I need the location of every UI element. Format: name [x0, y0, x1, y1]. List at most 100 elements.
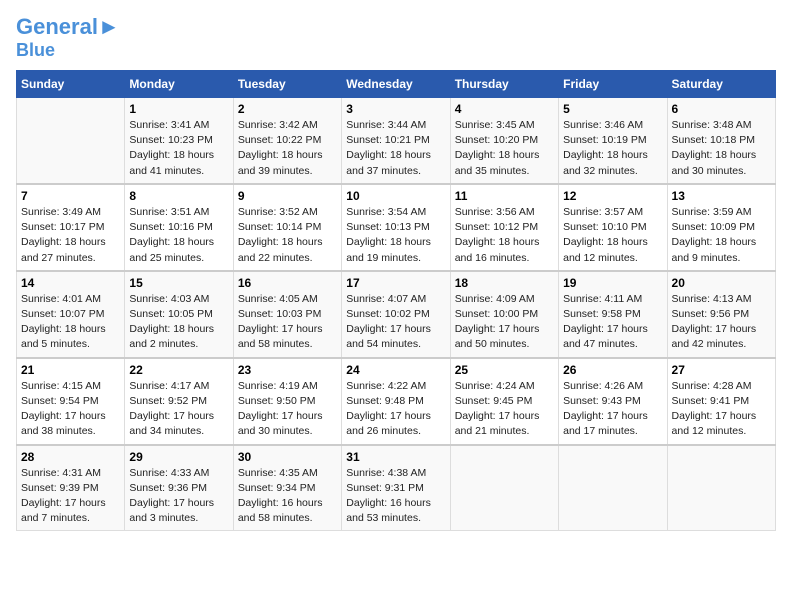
- day-number: 24: [346, 363, 445, 377]
- calendar-cell: 2Sunrise: 3:42 AM Sunset: 10:22 PM Dayli…: [233, 98, 341, 184]
- calendar-cell: 7Sunrise: 3:49 AM Sunset: 10:17 PM Dayli…: [17, 184, 125, 271]
- day-number: 26: [563, 363, 662, 377]
- day-number: 6: [672, 102, 771, 116]
- day-info: Sunrise: 3:44 AM Sunset: 10:21 PM Daylig…: [346, 118, 445, 179]
- day-info: Sunrise: 4:22 AM Sunset: 9:48 PM Dayligh…: [346, 379, 445, 440]
- calendar-cell: 15 Sunrise: 4:03 AM Sunset: 10:05 PM Dayl…: [125, 271, 233, 358]
- day-number: 4: [455, 102, 554, 116]
- day-number: 9: [238, 189, 337, 203]
- calendar-header-row: SundayMondayTuesdayWednesdayThursdayFrid…: [17, 71, 776, 98]
- day-number: 21: [21, 363, 120, 377]
- calendar-cell: 12 Sunrise: 3:57 AM Sunset: 10:10 PM Dayl…: [559, 184, 667, 271]
- day-info: Sunrise: 3:41 AM Sunset: 10:23 PM Daylig…: [129, 118, 228, 179]
- day-number: 27: [672, 363, 771, 377]
- day-info: Sunrise: 4:28 AM Sunset: 9:41 PM Dayligh…: [672, 379, 771, 440]
- week-row-3: 14 Sunrise: 4:01 AM Sunset: 10:07 PM Dayl…: [17, 271, 776, 358]
- calendar-cell: 1 Sunrise: 3:41 AM Sunset: 10:23 PM Dayli…: [125, 98, 233, 184]
- header-thursday: Thursday: [450, 71, 558, 98]
- day-info: Sunrise: 4:19 AM Sunset: 9:50 PM Dayligh…: [238, 379, 337, 440]
- logo-general: General: [16, 14, 98, 39]
- page-header: General► Blue: [16, 16, 776, 60]
- calendar-cell: 16Sunrise: 4:05 AM Sunset: 10:03 PM Dayl…: [233, 271, 341, 358]
- calendar-table: SundayMondayTuesdayWednesdayThursdayFrid…: [16, 70, 776, 531]
- day-info: Sunrise: 3:59 AM Sunset: 10:09 PM Daylig…: [672, 205, 771, 266]
- day-number: 1: [129, 102, 228, 116]
- day-info: Sunrise: 3:52 AM Sunset: 10:14 PM Daylig…: [238, 205, 337, 266]
- header-saturday: Saturday: [667, 71, 775, 98]
- day-info: Sunrise: 4:35 AM Sunset: 9:34 PM Dayligh…: [238, 466, 337, 527]
- day-info: Sunrise: 4:01 AM Sunset: 10:07 PM Daylig…: [21, 292, 120, 353]
- day-info: Sunrise: 4:24 AM Sunset: 9:45 PM Dayligh…: [455, 379, 554, 440]
- day-number: 14: [21, 276, 120, 290]
- day-number: 31: [346, 450, 445, 464]
- day-number: 18: [455, 276, 554, 290]
- day-info: Sunrise: 3:48 AM Sunset: 10:18 PM Daylig…: [672, 118, 771, 179]
- calendar-cell: [17, 98, 125, 184]
- day-number: 15: [129, 276, 228, 290]
- calendar-cell: 3 Sunrise: 3:44 AM Sunset: 10:21 PM Dayli…: [342, 98, 450, 184]
- calendar-cell: 24 Sunrise: 4:22 AM Sunset: 9:48 PM Dayli…: [342, 358, 450, 445]
- day-info: Sunrise: 4:38 AM Sunset: 9:31 PM Dayligh…: [346, 466, 445, 527]
- day-info: Sunrise: 4:03 AM Sunset: 10:05 PM Daylig…: [129, 292, 228, 353]
- header-monday: Monday: [125, 71, 233, 98]
- calendar-cell: 23 Sunrise: 4:19 AM Sunset: 9:50 PM Dayli…: [233, 358, 341, 445]
- calendar-cell: [559, 445, 667, 531]
- day-number: 28: [21, 450, 120, 464]
- calendar-cell: 17Sunrise: 4:07 AM Sunset: 10:02 PM Dayl…: [342, 271, 450, 358]
- week-row-1: 1 Sunrise: 3:41 AM Sunset: 10:23 PM Dayli…: [17, 98, 776, 184]
- day-number: 25: [455, 363, 554, 377]
- calendar-cell: 31 Sunrise: 4:38 AM Sunset: 9:31 PM Dayli…: [342, 445, 450, 531]
- calendar-cell: 6 Sunrise: 3:48 AM Sunset: 10:18 PM Dayli…: [667, 98, 775, 184]
- calendar-cell: [667, 445, 775, 531]
- calendar-cell: 30 Sunrise: 4:35 AM Sunset: 9:34 PM Dayli…: [233, 445, 341, 531]
- day-info: Sunrise: 3:56 AM Sunset: 10:12 PM Daylig…: [455, 205, 554, 266]
- calendar-cell: 13 Sunrise: 3:59 AM Sunset: 10:09 PM Dayl…: [667, 184, 775, 271]
- day-info: Sunrise: 3:57 AM Sunset: 10:10 PM Daylig…: [563, 205, 662, 266]
- header-friday: Friday: [559, 71, 667, 98]
- day-info: Sunrise: 3:51 AM Sunset: 10:16 PM Daylig…: [129, 205, 228, 266]
- calendar-cell: 8 Sunrise: 3:51 AM Sunset: 10:16 PM Dayli…: [125, 184, 233, 271]
- day-info: Sunrise: 3:46 AM Sunset: 10:19 PM Daylig…: [563, 118, 662, 179]
- day-number: 8: [129, 189, 228, 203]
- calendar-cell: 25 Sunrise: 4:24 AM Sunset: 9:45 PM Dayli…: [450, 358, 558, 445]
- calendar-cell: 9 Sunrise: 3:52 AM Sunset: 10:14 PM Dayli…: [233, 184, 341, 271]
- day-number: 20: [672, 276, 771, 290]
- week-row-2: 7Sunrise: 3:49 AM Sunset: 10:17 PM Dayli…: [17, 184, 776, 271]
- calendar-cell: 14 Sunrise: 4:01 AM Sunset: 10:07 PM Dayl…: [17, 271, 125, 358]
- day-number: 17: [346, 276, 445, 290]
- day-number: 16: [238, 276, 337, 290]
- day-info: Sunrise: 4:15 AM Sunset: 9:54 PM Dayligh…: [21, 379, 120, 440]
- day-number: 2: [238, 102, 337, 116]
- calendar-cell: 19Sunrise: 4:11 AM Sunset: 9:58 PM Dayli…: [559, 271, 667, 358]
- calendar-cell: 11 Sunrise: 3:56 AM Sunset: 10:12 PM Dayl…: [450, 184, 558, 271]
- calendar-cell: 5Sunrise: 3:46 AM Sunset: 10:19 PM Dayli…: [559, 98, 667, 184]
- day-info: Sunrise: 4:33 AM Sunset: 9:36 PM Dayligh…: [129, 466, 228, 527]
- day-number: 23: [238, 363, 337, 377]
- day-number: 3: [346, 102, 445, 116]
- calendar-cell: 21 Sunrise: 4:15 AM Sunset: 9:54 PM Dayli…: [17, 358, 125, 445]
- calendar-cell: 20 Sunrise: 4:13 AM Sunset: 9:56 PM Dayli…: [667, 271, 775, 358]
- calendar-cell: 26 Sunrise: 4:26 AM Sunset: 9:43 PM Dayli…: [559, 358, 667, 445]
- day-info: Sunrise: 4:26 AM Sunset: 9:43 PM Dayligh…: [563, 379, 662, 440]
- calendar-cell: 18Sunrise: 4:09 AM Sunset: 10:00 PM Dayl…: [450, 271, 558, 358]
- day-number: 30: [238, 450, 337, 464]
- logo-text: General► Blue: [16, 16, 120, 60]
- day-number: 7: [21, 189, 120, 203]
- day-info: Sunrise: 4:11 AM Sunset: 9:58 PM Dayligh…: [563, 292, 662, 353]
- day-info: Sunrise: 3:54 AM Sunset: 10:13 PM Daylig…: [346, 205, 445, 266]
- day-info: Sunrise: 4:13 AM Sunset: 9:56 PM Dayligh…: [672, 292, 771, 353]
- calendar-cell: [450, 445, 558, 531]
- day-number: 10: [346, 189, 445, 203]
- logo-blue: ►: [98, 14, 120, 39]
- logo-blue-text: Blue: [16, 40, 55, 60]
- day-number: 29: [129, 450, 228, 464]
- header-wednesday: Wednesday: [342, 71, 450, 98]
- header-tuesday: Tuesday: [233, 71, 341, 98]
- day-number: 13: [672, 189, 771, 203]
- day-number: 11: [455, 189, 554, 203]
- week-row-4: 21 Sunrise: 4:15 AM Sunset: 9:54 PM Dayli…: [17, 358, 776, 445]
- day-info: Sunrise: 3:45 AM Sunset: 10:20 PM Daylig…: [455, 118, 554, 179]
- calendar-cell: 27 Sunrise: 4:28 AM Sunset: 9:41 PM Dayli…: [667, 358, 775, 445]
- header-sunday: Sunday: [17, 71, 125, 98]
- day-number: 12: [563, 189, 662, 203]
